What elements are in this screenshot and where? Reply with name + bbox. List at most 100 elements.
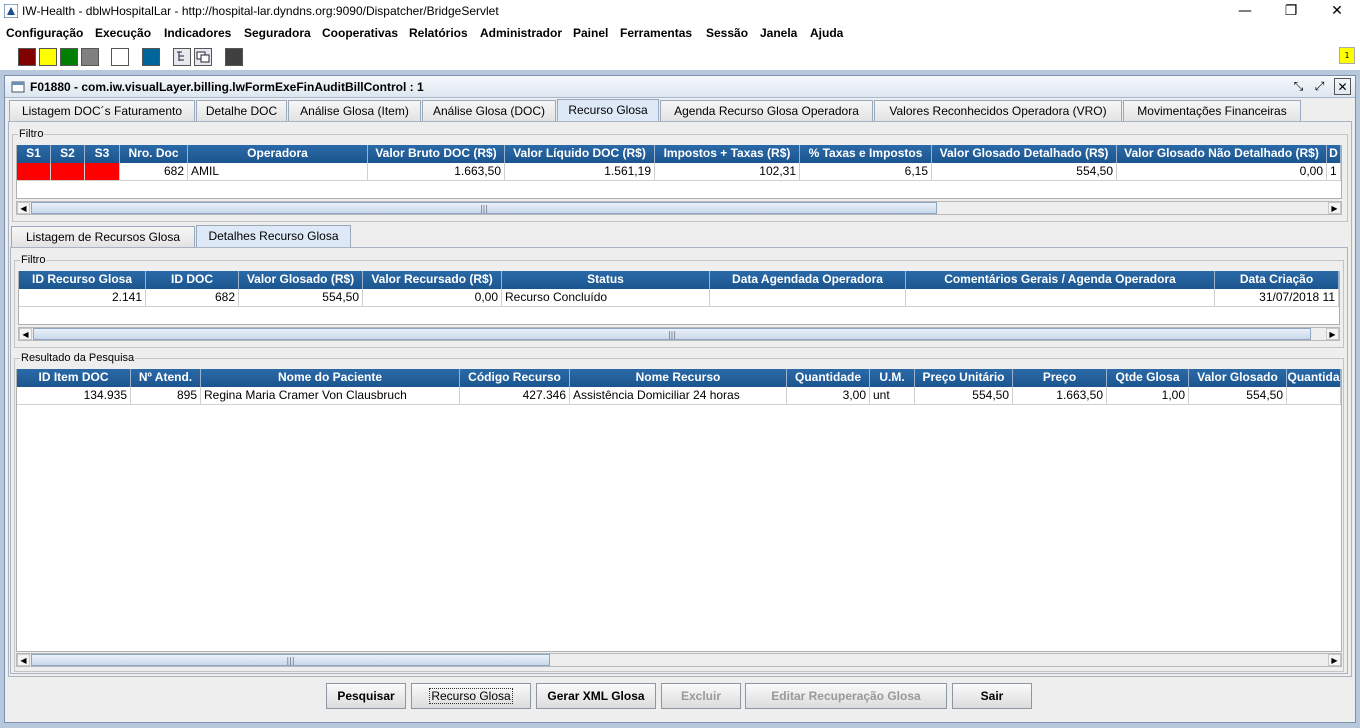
table-cell-status[interactable]: [17, 163, 51, 181]
menu-ajuda[interactable]: Ajuda: [810, 26, 843, 40]
menu-cooperativas[interactable]: Cooperativas: [322, 26, 398, 40]
table-cell[interactable]: 0,00: [1117, 163, 1327, 181]
scrollbar-thumb[interactable]: |||: [31, 654, 550, 666]
col-header[interactable]: Código Recurso: [460, 369, 570, 387]
windows-icon[interactable]: [194, 48, 212, 66]
horizontal-scrollbar[interactable]: ◀ ||| ▶: [16, 653, 1342, 667]
tab-detalhe-doc[interactable]: Detalhe DOC: [196, 100, 287, 122]
menu-configuracao[interactable]: Configuração: [6, 26, 83, 40]
tab-agenda-recurso[interactable]: Agenda Recurso Glosa Operadora: [660, 100, 873, 122]
tab-listagem-recursos[interactable]: Listagem de Recursos Glosa: [11, 226, 195, 248]
col-header[interactable]: Quantidade: [787, 369, 870, 387]
table-cell[interactable]: 682: [146, 289, 239, 307]
tab-listagem-docs[interactable]: Listagem DOC´s Faturamento: [9, 100, 195, 122]
menu-relatorios[interactable]: Relatórios: [409, 26, 468, 40]
col-header[interactable]: Operadora: [188, 145, 368, 163]
scroll-left-icon[interactable]: ◀: [17, 654, 30, 666]
col-header[interactable]: Valor Bruto DOC (R$): [368, 145, 505, 163]
menu-seguradora[interactable]: Seguradora: [244, 26, 311, 40]
gerar-xml-glosa-button[interactable]: Gerar XML Glosa: [536, 683, 656, 709]
table-cell[interactable]: Regina Maria Cramer Von Clausbruch: [201, 387, 460, 405]
table-cell[interactable]: [906, 289, 1215, 307]
table-cell[interactable]: 554,50: [1189, 387, 1287, 405]
col-header[interactable]: ID DOC: [146, 271, 239, 289]
table-cell[interactable]: 1,00: [1107, 387, 1189, 405]
col-header[interactable]: S3: [85, 145, 120, 163]
col-header[interactable]: Quantida: [1287, 369, 1341, 387]
tab-vro[interactable]: Valores Reconhecidos Operadora (VRO): [874, 100, 1122, 122]
tab-analise-glosa-doc[interactable]: Análise Glosa (DOC): [422, 100, 556, 122]
table-cell[interactable]: 102,31: [655, 163, 800, 181]
col-header[interactable]: Valor Glosado: [1189, 369, 1287, 387]
table-cell[interactable]: 31/07/2018 11: [1215, 289, 1339, 307]
horizontal-scrollbar[interactable]: ◀ ||| ▶: [18, 327, 1340, 341]
tab-recurso-glosa[interactable]: Recurso Glosa: [557, 99, 659, 122]
recurso-glosa-button[interactable]: Recurso Glosa: [411, 683, 531, 709]
table-cell[interactable]: 427.346: [460, 387, 570, 405]
table-cell[interactable]: 554,50: [915, 387, 1013, 405]
close-frame-icon[interactable]: ✕: [1334, 78, 1351, 95]
menu-sessao[interactable]: Sessão: [706, 26, 748, 40]
tab-movimentacoes[interactable]: Movimentações Financeiras: [1123, 100, 1301, 122]
scroll-left-icon[interactable]: ◀: [17, 202, 30, 214]
notification-badge[interactable]: 1: [1339, 47, 1355, 64]
minimize-button[interactable]: —: [1222, 0, 1268, 23]
minimize-frame-icon[interactable]: ⤡: [1290, 78, 1307, 95]
table-cell[interactable]: 0,00: [363, 289, 502, 307]
table-cell[interactable]: 1.663,50: [1013, 387, 1107, 405]
col-header[interactable]: Status: [502, 271, 710, 289]
col-header[interactable]: Impostos + Taxas (R$): [655, 145, 800, 163]
col-header[interactable]: Valor Líquido DOC (R$): [505, 145, 655, 163]
col-header[interactable]: Nome Recurso: [570, 369, 787, 387]
close-button[interactable]: ✕: [1314, 0, 1360, 23]
toolbar-color-button[interactable]: [39, 48, 57, 66]
col-header[interactable]: ID Recurso Glosa: [19, 271, 146, 289]
col-header[interactable]: S1: [17, 145, 51, 163]
table-cell[interactable]: AMIL: [188, 163, 368, 181]
scroll-right-icon[interactable]: ▶: [1328, 654, 1341, 666]
table-cell[interactable]: 2.141: [19, 289, 146, 307]
maximize-button[interactable]: ❐: [1268, 0, 1314, 23]
table-cell[interactable]: 1: [1327, 163, 1341, 181]
table-cell[interactable]: 1.663,50: [368, 163, 505, 181]
col-header[interactable]: Valor Glosado (R$): [239, 271, 363, 289]
toolbar-color-button[interactable]: [60, 48, 78, 66]
col-header[interactable]: Data Criação: [1215, 271, 1339, 289]
toolbar-color-button[interactable]: [81, 48, 99, 66]
tree-icon[interactable]: [173, 48, 191, 66]
scroll-right-icon[interactable]: ▶: [1326, 328, 1339, 340]
table-cell[interactable]: 682: [120, 163, 188, 181]
scrollbar-thumb[interactable]: |||: [33, 328, 1311, 340]
col-header[interactable]: Preço: [1013, 369, 1107, 387]
tab-detalhes-recurso[interactable]: Detalhes Recurso Glosa: [196, 225, 351, 248]
menu-indicadores[interactable]: Indicadores: [164, 26, 231, 40]
table-cell-status[interactable]: [85, 163, 120, 181]
menu-administrador[interactable]: Administrador: [480, 26, 562, 40]
toolbar-color-button[interactable]: [111, 48, 129, 66]
scroll-left-icon[interactable]: ◀: [19, 328, 32, 340]
col-header[interactable]: Nº Atend.: [131, 369, 201, 387]
col-header[interactable]: Preço Unitário: [915, 369, 1013, 387]
table-cell[interactable]: 554,50: [239, 289, 363, 307]
col-header[interactable]: Comentários Gerais / Agenda Operadora: [906, 271, 1215, 289]
sair-button[interactable]: Sair: [952, 683, 1032, 709]
col-header[interactable]: Data Agendada Operadora: [710, 271, 906, 289]
col-header[interactable]: % Taxas e Impostos: [800, 145, 932, 163]
table-cell[interactable]: [1287, 387, 1341, 405]
col-header[interactable]: S2: [51, 145, 85, 163]
menu-ferramentas[interactable]: Ferramentas: [620, 26, 692, 40]
toolbar-color-button[interactable]: [142, 48, 160, 66]
pesquisar-button[interactable]: Pesquisar: [326, 683, 406, 709]
scroll-right-icon[interactable]: ▶: [1328, 202, 1341, 214]
col-header[interactable]: Nro. Doc: [120, 145, 188, 163]
table-cell[interactable]: Recurso Concluído: [502, 289, 710, 307]
tab-analise-glosa-item[interactable]: Análise Glosa (Item): [288, 100, 421, 122]
col-header[interactable]: Valor Glosado Detalhado (R$): [932, 145, 1117, 163]
table-cell[interactable]: unt: [870, 387, 915, 405]
table-cell[interactable]: 134.935: [17, 387, 131, 405]
scrollbar-thumb[interactable]: |||: [31, 202, 937, 214]
col-header[interactable]: ID Item DOC: [17, 369, 131, 387]
col-header[interactable]: Valor Recursado (R$): [363, 271, 502, 289]
table-cell[interactable]: 3,00: [787, 387, 870, 405]
table-cell[interactable]: 6,15: [800, 163, 932, 181]
